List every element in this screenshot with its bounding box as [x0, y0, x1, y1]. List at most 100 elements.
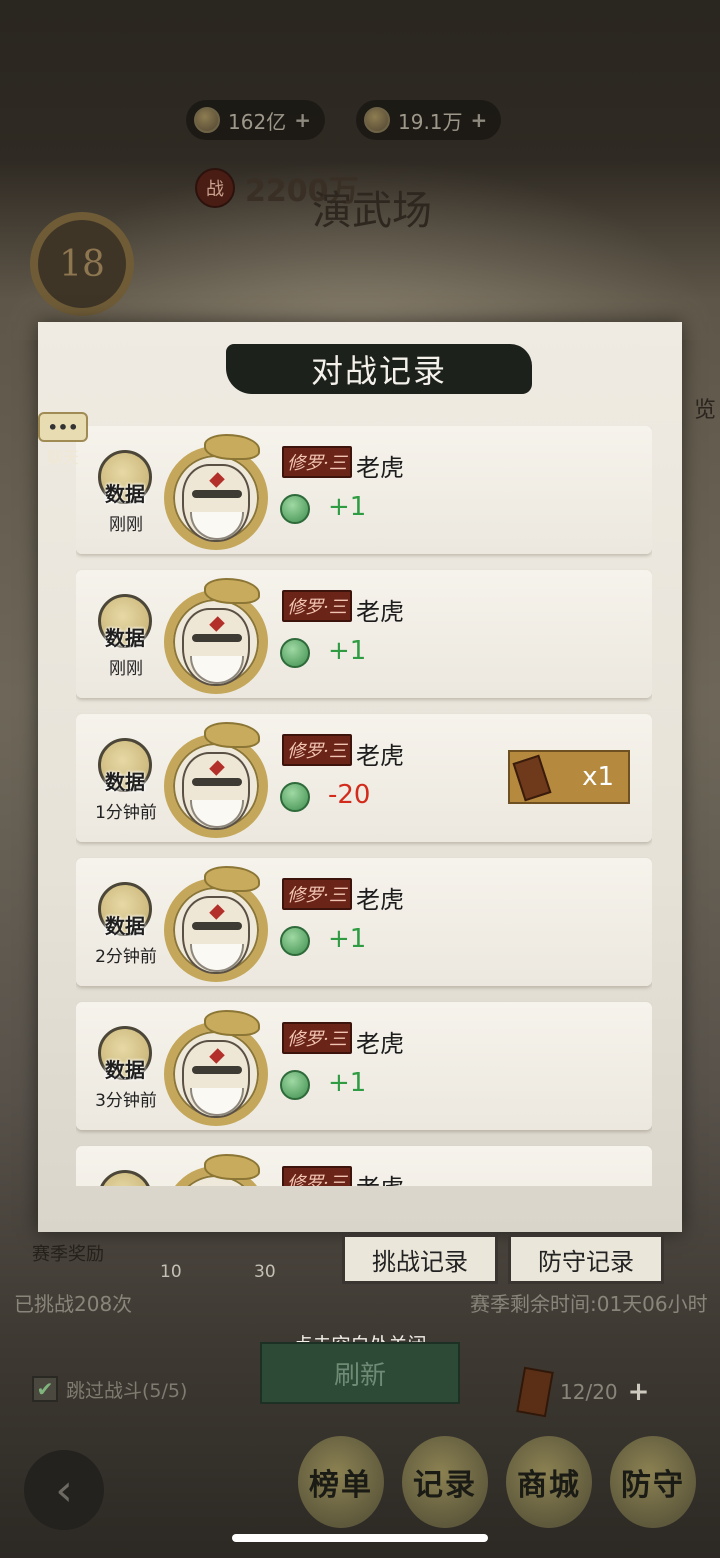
ingot-icon — [364, 107, 390, 133]
record-item: 数据 3分钟前 修罗·三 老虎 +1 — [76, 1002, 652, 1130]
skip-battle-toggle[interactable]: ✔ 跳过战斗(5/5) — [32, 1372, 187, 1406]
warrior-face — [182, 752, 250, 830]
data-button-label[interactable]: 数据 — [90, 622, 160, 651]
skip-battle-label: 跳过战斗(5/5) — [66, 1379, 188, 1402]
reward-count: x1 — [582, 762, 614, 792]
opponent-avatar[interactable] — [164, 1010, 272, 1126]
jade-icon — [280, 494, 310, 524]
warrior-face — [182, 608, 250, 686]
scroll-ticket-icon — [512, 754, 552, 802]
tab-defense-records[interactable]: 防守记录 — [508, 1234, 664, 1284]
record-item: 修罗·三 老虎 — [76, 1146, 652, 1186]
rank-tag: 修罗·三 — [282, 590, 352, 622]
nav-defend-button[interactable]: 防守 — [610, 1436, 696, 1528]
data-button-label[interactable]: 数据 — [90, 478, 160, 507]
nav-record-button[interactable]: 记录 — [402, 1436, 488, 1528]
record-item: 数据 刚刚 修罗·三 老虎 +1 — [76, 570, 652, 698]
add-ingot-icon[interactable]: + — [471, 108, 488, 132]
chat-bubble-icon: ••• — [38, 412, 88, 442]
opponent-avatar[interactable] — [164, 434, 272, 550]
copper-coin-amount: 162亿 — [228, 109, 287, 134]
nav-rank-button[interactable]: 榜单 — [298, 1436, 384, 1528]
modal-title: 对战记录 — [310, 352, 447, 390]
dragon-head-icon — [204, 866, 260, 892]
jade-icon — [280, 1070, 310, 1100]
coin-icon — [194, 107, 220, 133]
gold-ingot-amount: 19.1万 — [398, 109, 463, 134]
warrior-face — [182, 464, 250, 542]
arena-title: 演武场 — [312, 188, 432, 234]
dragon-head-icon — [204, 1154, 260, 1180]
opponent-avatar[interactable] — [164, 578, 272, 694]
season-reward-label: 赛季奖励 — [32, 1244, 104, 1265]
opponent-name: 老虎 — [356, 886, 404, 914]
warrior-face — [182, 896, 250, 974]
level-badge: 18 — [30, 212, 134, 316]
gold-ingot-currency[interactable]: 19.1万 + — [356, 100, 502, 140]
dragon-head-icon — [204, 578, 260, 604]
record-time: 3分钟前 — [95, 1091, 157, 1111]
rank-tag: 修罗·三 — [282, 878, 352, 910]
score-change: +1 — [328, 492, 367, 522]
opponent-name: 老虎 — [356, 598, 404, 626]
season-tier: 10 — [160, 1262, 182, 1282]
score-change: +1 — [328, 1068, 367, 1098]
add-ticket-icon[interactable]: + — [628, 1377, 650, 1407]
record-list[interactable]: 数据 刚刚 修罗·三 老虎 +1 数据 刚刚 修罗·三 老虎 +1 数据 1分钟… — [76, 426, 652, 1186]
opponent-name: 老虎 — [356, 742, 404, 770]
record-time: 刚刚 — [109, 659, 143, 679]
season-remaining: 赛季剩余时间:01天06小时 — [470, 1292, 708, 1316]
home-indicator[interactable] — [232, 1534, 488, 1542]
opponent-avatar[interactable] — [164, 866, 272, 982]
ticket-icon — [516, 1366, 554, 1418]
tab-challenge-records[interactable]: 挑战记录 — [342, 1234, 498, 1284]
refresh-button[interactable]: 刷新 — [260, 1342, 460, 1404]
record-item: 数据 1分钟前 修罗·三 老虎 -20 x1 — [76, 714, 652, 842]
opponent-avatar[interactable] — [164, 722, 272, 838]
chat-label: 聊天 — [46, 448, 79, 467]
side-text: 览 — [693, 398, 716, 423]
record-item: 数据 刚刚 修罗·三 老虎 +1 — [76, 426, 652, 554]
record-time: 1分钟前 — [95, 803, 157, 823]
record-time: 刚刚 — [109, 515, 143, 535]
add-coin-icon[interactable]: + — [294, 108, 311, 132]
data-button-label[interactable]: 数据 — [90, 910, 160, 939]
rank-tag: 修罗·三 — [282, 734, 352, 766]
currency-bar: 162亿 + 19.1万 + — [0, 100, 720, 144]
dragon-head-icon — [204, 1010, 260, 1036]
score-change: +1 — [328, 636, 367, 666]
battle-power-badge: 战 — [195, 168, 235, 208]
ticket-count: 12/20 — [560, 1380, 618, 1404]
record-item: 数据 2分钟前 修罗·三 老虎 +1 — [76, 858, 652, 986]
score-change: +1 — [328, 924, 367, 954]
modal-title-banner: 对战记录 — [226, 344, 532, 394]
copper-coin-currency[interactable]: 162亿 + — [186, 100, 325, 140]
rank-tag: 修罗·三 — [282, 1022, 352, 1054]
nav-shop-button[interactable]: 商城 — [506, 1436, 592, 1528]
battle-record-modal: 对战记录 数据 刚刚 修罗·三 老虎 +1 数据 刚刚 修罗·三 老虎 +1 数… — [38, 322, 682, 1232]
data-scroll-icon[interactable] — [98, 1170, 152, 1186]
data-button-label[interactable]: 数据 — [90, 1054, 160, 1083]
opponent-avatar[interactable] — [164, 1154, 272, 1186]
reward-item[interactable]: x1 — [508, 750, 630, 804]
chat-button[interactable]: ••• 聊天 — [38, 412, 88, 474]
jade-icon — [280, 782, 310, 812]
opponent-name: 老虎 — [356, 454, 404, 482]
jade-icon — [280, 638, 310, 668]
season-tier: 30 — [254, 1262, 276, 1282]
opponent-name: 老虎 — [356, 1030, 404, 1058]
rank-tag: 修罗·三 — [282, 1166, 352, 1186]
opponent-name: 老虎 — [356, 1168, 404, 1186]
warrior-face — [182, 1040, 250, 1118]
challenge-count: 已挑战208次 — [14, 1292, 133, 1316]
dragon-head-icon — [204, 722, 260, 748]
jade-icon — [280, 926, 310, 956]
checkbox-icon[interactable]: ✔ — [32, 1376, 58, 1402]
dragon-head-icon — [204, 434, 260, 460]
score-change: -20 — [328, 780, 371, 810]
back-button[interactable]: ‹ — [24, 1450, 104, 1530]
record-time: 2分钟前 — [95, 947, 157, 967]
ticket-counter: 12/20 + — [516, 1366, 650, 1418]
data-button-label[interactable]: 数据 — [90, 766, 160, 795]
rank-tag: 修罗·三 — [282, 446, 352, 478]
